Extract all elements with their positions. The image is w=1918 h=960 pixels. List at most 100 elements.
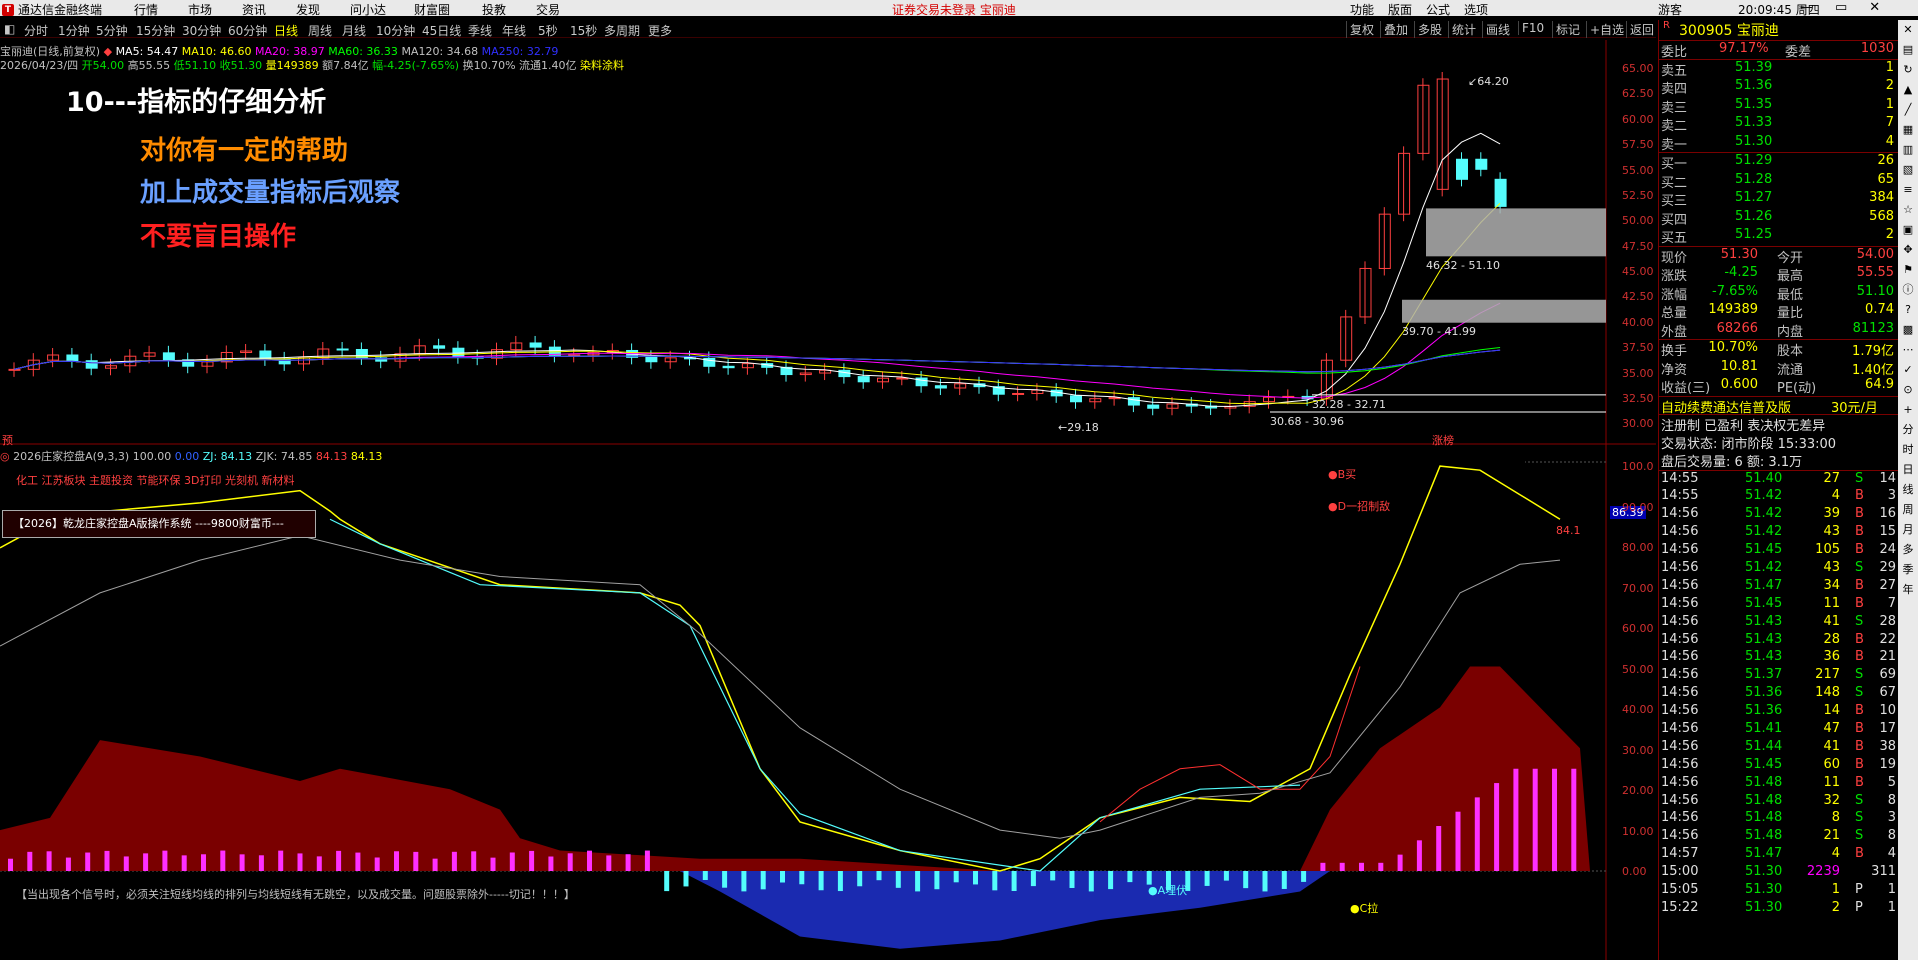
side-item-xian[interactable]: 线: [1898, 480, 1918, 500]
indicator-histogram-bar: [1050, 871, 1056, 881]
side-refresh-icon[interactable]: ↻: [1898, 60, 1918, 80]
indicator-histogram-bar: [567, 853, 573, 871]
side-strip: ✕ ▤ ↻ ▲ ╱ ▦ ▥ ▧ ≡ ☆ ▣ ✥ ⚑ ⓘ ? ▩ ⋯ ✓ ⊙ + …: [1898, 20, 1918, 960]
tick-price: 51.42: [1745, 488, 1783, 504]
tick-time: 14:56: [1661, 756, 1699, 772]
ask-volume: 1: [1885, 59, 1894, 75]
stat-value-2: 0.74: [1865, 302, 1894, 317]
candle-body: [722, 365, 735, 369]
side-plus-icon[interactable]: +: [1898, 400, 1918, 420]
tick-list[interactable]: 14:55 51.40 27 S 14 14:55 51.42 4 B 3 14:56 51.42 39…: [1659, 469, 1898, 918]
indicator-histogram-bar: [683, 871, 689, 887]
indicator-name[interactable]: 2026庄家控盘A(9,3,3): [13, 450, 129, 463]
side-help-icon[interactable]: ?: [1898, 300, 1918, 320]
side-doc-icon[interactable]: ▣: [1898, 220, 1918, 240]
side-close-icon[interactable]: ✕: [1898, 20, 1918, 40]
candle-body: [857, 376, 870, 383]
side-chart-icon[interactable]: ▤: [1898, 40, 1918, 60]
side-check-icon[interactable]: ✓: [1898, 360, 1918, 380]
bid-price: 51.28: [1735, 171, 1773, 187]
tick-direction: B: [1855, 595, 1864, 611]
tick-price: 51.40: [1745, 470, 1783, 486]
side-item-duo[interactable]: 多: [1898, 540, 1918, 560]
tick-price: 51.30: [1745, 899, 1783, 915]
minimize-icon[interactable]: —: [1800, 0, 1813, 15]
tick-volume: 34: [1823, 577, 1840, 593]
ma120-line: [13, 349, 1501, 373]
tick-count: 15: [1879, 524, 1896, 540]
side-item-fen[interactable]: 分: [1898, 420, 1918, 440]
side-calc-icon[interactable]: ▩: [1898, 320, 1918, 340]
side-info-icon[interactable]: ⓘ: [1898, 280, 1918, 300]
tick-row: 14:56 51.43 41 S 28: [1659, 614, 1898, 632]
signal-a: ●A埋伏: [1148, 884, 1188, 897]
promo-row[interactable]: 自动续费通达信普及版 30元/月: [1659, 395, 1898, 416]
tick-volume: 60: [1823, 756, 1840, 772]
bar-change: 幅-4.25(-7.65%): [372, 59, 460, 72]
tick-time: 14:56: [1661, 720, 1699, 736]
tick-row: 14:56 51.45 60 B 19: [1659, 757, 1898, 775]
promo-text[interactable]: 自动续费通达信普及版: [1661, 397, 1791, 416]
candle-body: [1494, 178, 1507, 207]
side-flag-icon[interactable]: ⚑: [1898, 260, 1918, 280]
side-line-icon[interactable]: ╱: [1898, 100, 1918, 120]
stat-label-2: 内盘: [1777, 324, 1804, 340]
indicator-zj: ZJ: 84.13: [202, 450, 253, 463]
side-move-icon[interactable]: ✥: [1898, 240, 1918, 260]
stat-label: 现价: [1661, 250, 1688, 266]
signal-buy: ●B买: [1328, 468, 1357, 481]
ask-price: 51.39: [1735, 59, 1773, 75]
indicator-histogram-bar: [1204, 871, 1210, 886]
indicator-menu-icon[interactable]: ◎: [0, 450, 10, 463]
tick-count: 38: [1879, 738, 1896, 754]
price-tick: 50.00: [1622, 214, 1654, 227]
tick-count: 19: [1879, 756, 1896, 772]
side-grid-icon[interactable]: ▧: [1898, 160, 1918, 180]
side-item-ji[interactable]: 季: [1898, 560, 1918, 580]
stat2-label-2: PE(动): [1777, 381, 1817, 396]
indicator-histogram-bar: [1552, 768, 1557, 871]
bid-volume: 568: [1869, 208, 1894, 224]
ask-price: 51.36: [1735, 78, 1773, 93]
bar-open: 开54.00: [81, 59, 125, 72]
user-label[interactable]: 游客: [1658, 1, 1682, 18]
indicator-histogram-bar: [1069, 871, 1075, 888]
side-item-shi[interactable]: 时: [1898, 440, 1918, 460]
close-icon[interactable]: ✕: [1869, 0, 1880, 15]
maximize-icon[interactable]: ▭: [1835, 0, 1847, 15]
indicator-histogram-bar: [587, 850, 592, 871]
stat-value: -4.25: [1724, 265, 1758, 280]
side-item-yue[interactable]: 月: [1898, 520, 1918, 540]
ask-row: 卖三 51.35 1: [1659, 97, 1898, 116]
bid-volume: 26: [1877, 153, 1894, 168]
tick-price: 51.43: [1745, 649, 1783, 665]
promo-price[interactable]: 30元/月: [1831, 397, 1878, 416]
side-dots-icon[interactable]: ⋯: [1898, 340, 1918, 360]
tick-count: 29: [1879, 559, 1896, 575]
tick-price: 51.43: [1745, 613, 1783, 629]
bar-industry[interactable]: 染料涂料: [580, 59, 624, 72]
side-pin-icon[interactable]: ⊙: [1898, 380, 1918, 400]
price-tick: 40.00: [1622, 316, 1654, 329]
tick-row: 14:56 51.42 39 B 16: [1659, 506, 1898, 524]
tick-volume: 43: [1823, 524, 1840, 540]
stat2-value-2: 1.40亿: [1852, 362, 1894, 378]
side-table-icon[interactable]: ▥: [1898, 140, 1918, 160]
tick-direction: B: [1855, 720, 1864, 736]
side-item-ri[interactable]: 日: [1898, 460, 1918, 480]
side-item-nian[interactable]: 年: [1898, 580, 1918, 600]
side-up-icon[interactable]: ▲: [1898, 80, 1918, 100]
side-item-zhou[interactable]: 周: [1898, 500, 1918, 520]
side-list-icon[interactable]: ≡: [1898, 180, 1918, 200]
stat-label-2: 今开: [1777, 250, 1804, 266]
side-bars-icon[interactable]: ▦: [1898, 120, 1918, 140]
bar-turnover: 换10.70%: [462, 59, 516, 72]
indicator-histogram-bar: [258, 855, 264, 871]
tick-direction: B: [1855, 756, 1864, 772]
quote-stock-head[interactable]: R 300905 宝丽迪: [1659, 20, 1898, 40]
candle-body: [1070, 395, 1082, 403]
stat-label: 总量: [1661, 306, 1688, 321]
stat-value-2: 54.00: [1856, 246, 1894, 262]
side-star-icon[interactable]: ☆: [1898, 200, 1918, 220]
price-tick: 30.00: [1622, 417, 1654, 430]
